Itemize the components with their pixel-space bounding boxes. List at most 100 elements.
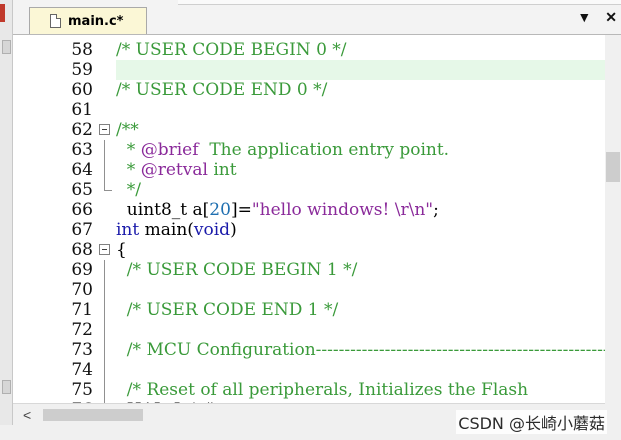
splitter-handle[interactable] [2, 380, 11, 394]
code-token-comment: int [207, 160, 237, 180]
code-token-comment: /* USER CODE END 0 */ [116, 80, 328, 100]
code-token-plain: { [116, 240, 127, 260]
tab-bar-edge [178, 0, 621, 5]
code-text: int main(void) [116, 220, 237, 240]
line-number: 62 [71, 120, 93, 140]
line-number: 72 [71, 320, 93, 340]
code-token-string: "hello windows! \r\n" [251, 200, 434, 220]
code-token-keyword: int [116, 220, 140, 240]
code-editor[interactable]: 58 /* USER CODE BEGIN 0 */ 59 60 /* USER COD… [13, 35, 605, 403]
code-line[interactable]: 58 /* USER CODE BEGIN 0 */ [13, 40, 605, 60]
code-token-number: 20 [209, 200, 231, 220]
code-line[interactable]: 68 { [13, 240, 605, 260]
code-token-doc: @brief [140, 140, 199, 160]
code-line[interactable]: 69 /* USER CODE BEGIN 1 */ [13, 260, 605, 280]
fold-guide [104, 340, 105, 360]
code-text: * @retval int [116, 160, 237, 180]
vertical-scroll-thumb[interactable] [606, 152, 620, 182]
line-number: 73 [71, 340, 93, 360]
code-token-comment: * [116, 140, 141, 160]
code-token-plain: main( [139, 220, 194, 240]
code-text: /* Reset of all peripherals, Initializes… [116, 380, 528, 400]
code-token-keyword: void [193, 220, 231, 240]
code-text: uint8_t a[20]="hello windows! \r\n"; [116, 200, 439, 220]
fold-guide [104, 260, 105, 280]
line-number: 69 [71, 260, 93, 280]
fold-guide [104, 360, 105, 380]
code-text: { [116, 240, 127, 260]
code-line[interactable]: 64 * @retval int [13, 160, 605, 180]
fold-guide [104, 320, 105, 340]
tab-label: main.c* [68, 13, 124, 29]
code-text: /* MCU Configuration--------------------… [116, 340, 605, 360]
file-icon [50, 14, 61, 28]
code-text: /* USER CODE END 0 */ [116, 80, 327, 100]
line-number: 71 [71, 300, 93, 320]
line-number: 68 [71, 240, 93, 260]
horizontal-scroll-thumb[interactable] [43, 409, 143, 421]
code-line[interactable]: 67 int main(void) [13, 220, 605, 240]
left-panel-edge [0, 0, 13, 440]
code-token-comment: /* USER CODE BEGIN 0 */ [116, 40, 347, 60]
code-token-comment: /* Reset of all peripherals, Initializes… [116, 380, 529, 400]
code-line[interactable]: 61 [13, 100, 605, 120]
fold-guide [104, 380, 105, 400]
code-text: /* USER CODE END 1 */ [116, 300, 338, 320]
code-token-comment: */ [116, 180, 142, 200]
splitter-handle[interactable] [2, 40, 11, 54]
line-number: 59 [71, 60, 93, 80]
code-line[interactable]: 60 /* USER CODE END 0 */ [13, 80, 605, 100]
fold-end-guide [104, 180, 112, 191]
code-line[interactable]: 63 * @brief The application entry point. [13, 140, 605, 160]
tab-controls: ▼ ✕ [577, 10, 617, 24]
line-number: 58 [71, 40, 93, 60]
code-token-comment: /* USER CODE END 1 */ [116, 300, 339, 320]
code-line[interactable]: 62 /** [13, 120, 605, 140]
tab-main-c[interactable]: main.c* [29, 7, 147, 34]
code-text: * @brief The application entry point. [116, 140, 449, 160]
fold-guide [104, 160, 105, 180]
fold-toggle-icon[interactable] [99, 124, 110, 135]
line-number: 66 [71, 200, 93, 220]
fold-guide [104, 280, 105, 300]
code-token-comment: /* USER CODE BEGIN 1 */ [116, 260, 358, 280]
watermark: CSDN @长崎小蘑菇 [456, 410, 607, 434]
editor-tab-bar: main.c* ▼ ✕ [13, 0, 621, 35]
code-line[interactable]: 59 [71, 60, 605, 80]
code-token-plain: ; [433, 200, 439, 220]
line-number: 65 [71, 180, 93, 200]
line-number: 67 [71, 220, 93, 240]
code-token-comment: /* MCU Configuration--------------------… [116, 340, 605, 360]
line-number: 74 [71, 360, 93, 380]
code-token-plain: ) [230, 220, 237, 240]
error-marker [0, 4, 5, 22]
line-number: 75 [71, 380, 93, 400]
code-text: */ [116, 180, 141, 200]
vertical-scrollbar[interactable] [605, 35, 621, 403]
line-number: 70 [71, 280, 93, 300]
code-token-plain: uint8_t a[ [116, 200, 210, 220]
code-line[interactable]: 74 [13, 360, 605, 380]
line-number: 64 [71, 160, 93, 180]
close-icon[interactable]: ✕ [605, 10, 617, 24]
line-number: 63 [71, 140, 93, 160]
code-token-doc: @retval [140, 160, 208, 180]
code-token-comment: The application entry point. [198, 140, 450, 160]
code-line[interactable]: 75 /* Reset of all peripherals, Initiali… [13, 380, 605, 400]
code-line[interactable]: 72 [13, 320, 605, 340]
code-token-plain: ]= [230, 200, 252, 220]
code-token-comment: * [116, 160, 141, 180]
code-line[interactable]: 70 [13, 280, 605, 300]
fold-guide [104, 300, 105, 320]
code-line[interactable]: 73 /* MCU Configuration-----------------… [13, 340, 605, 360]
code-line[interactable]: 65 */ [13, 180, 605, 200]
chevron-down-icon[interactable]: ▼ [577, 10, 591, 24]
code-line[interactable]: 71 /* USER CODE END 1 */ [13, 300, 605, 320]
line-number: 60 [71, 80, 93, 100]
code-text: /* USER CODE BEGIN 0 */ [116, 40, 347, 60]
code-token-comment: /** [116, 120, 139, 140]
scroll-left-icon[interactable]: < [23, 407, 31, 423]
code-text: /** [116, 120, 139, 140]
code-line[interactable]: 66 uint8_t a[20]="hello windows! \r\n"; [13, 200, 605, 220]
fold-toggle-icon[interactable] [99, 244, 110, 255]
